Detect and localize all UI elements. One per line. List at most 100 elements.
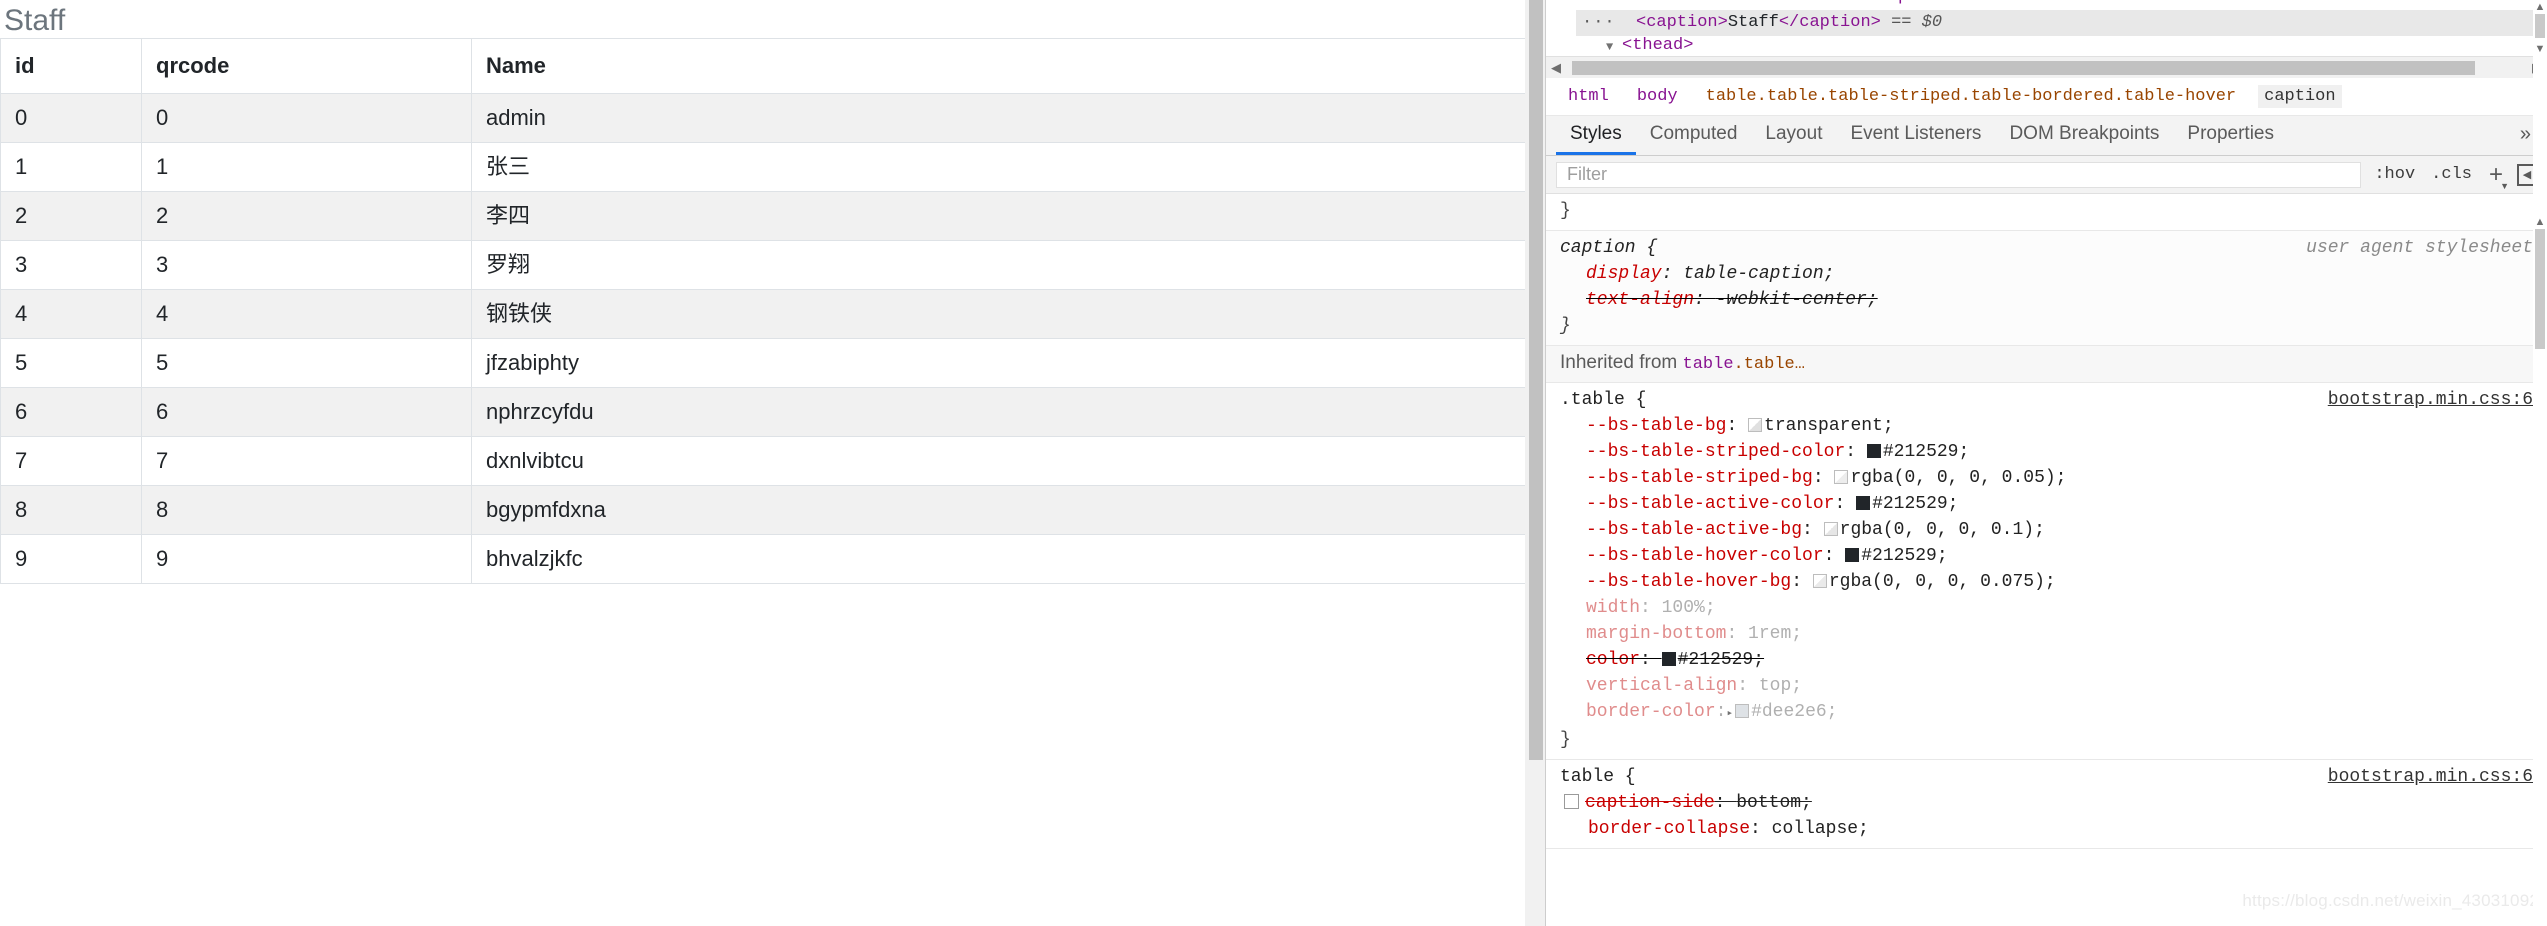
table-row[interactable]: 6 6 nphrzcyfdu xyxy=(0,387,1526,437)
color-swatch-icon[interactable] xyxy=(1834,470,1849,484)
color-swatch-icon[interactable] xyxy=(1866,444,1881,458)
hscroll-track[interactable] xyxy=(1566,60,2527,75)
new-style-rule-button[interactable]: + ▼ xyxy=(2485,162,2509,190)
prop-name[interactable]: --bs-table-striped-color xyxy=(1586,442,1845,462)
declaration-bs-table-striped-color[interactable]: --bs-table-striped-color: #212529; xyxy=(1546,439,2547,465)
prop-name[interactable]: border-collapse xyxy=(1588,819,1750,839)
prop-name[interactable]: caption-side xyxy=(1585,793,1715,813)
prop-value[interactable]: #dee2e6; xyxy=(1751,702,1837,722)
breadcrumb-item-html[interactable]: html xyxy=(1562,85,1615,108)
prop-name[interactable]: border-color xyxy=(1586,702,1716,722)
color-swatch-icon[interactable] xyxy=(1661,652,1676,666)
scroll-down-arrow-icon[interactable]: ▼ xyxy=(2533,42,2547,56)
disclosure-triangle-icon[interactable]: ▼ xyxy=(1606,37,1613,50)
dom-ellipsis-badge[interactable]: ··· xyxy=(1582,10,1616,36)
page-vertical-scrollbar[interactable] xyxy=(1525,0,1545,926)
prop-name[interactable]: --bs-table-hover-bg xyxy=(1586,572,1791,592)
table-row[interactable]: 9 9 bhvalzjkfc xyxy=(0,534,1526,584)
table-row[interactable]: 7 7 dxnlvibtcu xyxy=(0,436,1526,486)
declaration-bs-table-hover-color[interactable]: --bs-table-hover-color: #212529; xyxy=(1546,543,2547,569)
table-row[interactable]: 5 5 jfzabiphty xyxy=(0,338,1526,388)
dom-tree-vertical-scrollbar[interactable]: ▲ ▼ xyxy=(2533,0,2547,56)
prop-name[interactable]: color xyxy=(1586,650,1640,670)
prop-value[interactable]: rgba(0, 0, 0, 0.075); xyxy=(1829,572,2056,592)
prop-value[interactable]: 100%; xyxy=(1662,598,1716,618)
color-swatch-icon[interactable] xyxy=(1856,496,1871,510)
declaration-bs-table-striped-bg[interactable]: --bs-table-striped-bg: rgba(0, 0, 0, 0.0… xyxy=(1546,465,2547,491)
table-row[interactable]: 4 4 钢铁侠 xyxy=(0,289,1526,339)
declaration-vertical-align[interactable]: vertical-align: top; xyxy=(1546,673,2547,699)
tab-dom-breakpoints[interactable]: DOM Breakpoints xyxy=(1995,116,2173,155)
declaration-bs-table-hover-bg[interactable]: --bs-table-hover-bg: rgba(0, 0, 0, 0.075… xyxy=(1546,569,2547,595)
dom-line-table-open[interactable]: <table class="table table-striped table-… xyxy=(1576,0,2547,10)
prop-value[interactable]: table-caption; xyxy=(1683,264,1834,284)
prop-value[interactable]: rgba(0, 0, 0, 0.1); xyxy=(1840,520,2045,540)
color-swatch-icon[interactable] xyxy=(1735,704,1750,718)
styles-scroll-thumb[interactable] xyxy=(2535,229,2545,349)
prop-name[interactable]: --bs-table-active-color xyxy=(1586,494,1834,514)
tab-event-listeners[interactable]: Event Listeners xyxy=(1836,116,1995,155)
rule-source-link[interactable]: bootstrap.min.css:6 xyxy=(2328,764,2533,790)
tab-styles[interactable]: Styles xyxy=(1556,116,1636,155)
breadcrumb-item-caption[interactable]: caption xyxy=(2258,85,2342,108)
declaration-bs-table-bg[interactable]: --bs-table-bg: transparent; xyxy=(1546,413,2547,439)
table-row[interactable]: 1 1 张三 xyxy=(0,142,1526,192)
tab-computed[interactable]: Computed xyxy=(1636,116,1752,155)
rule-source-link[interactable]: bootstrap.min.css:6 xyxy=(2328,387,2533,413)
prop-value[interactable]: #212529; xyxy=(1872,494,1958,514)
declaration-margin-bottom[interactable]: margin-bottom: 1rem; xyxy=(1546,621,2547,647)
styles-scroll-up-arrow-icon[interactable]: ▲ xyxy=(2533,215,2547,229)
hscroll-thumb[interactable] xyxy=(1572,60,2476,75)
dom-horizontal-scrollbar[interactable]: ◀ ▶ xyxy=(1546,56,2547,78)
toggle-element-state-button[interactable]: :hov xyxy=(2371,165,2418,184)
prop-value[interactable]: transparent; xyxy=(1764,416,1894,436)
tab-properties[interactable]: Properties xyxy=(2173,116,2288,155)
styles-filter-input[interactable]: Filter xyxy=(1556,161,2362,188)
color-swatch-icon[interactable] xyxy=(1845,548,1860,562)
table-row[interactable]: 3 3 罗翔 xyxy=(0,240,1526,290)
prop-value[interactable]: #212529; xyxy=(1861,546,1947,566)
prop-value[interactable]: top; xyxy=(1759,676,1802,696)
declaration-bs-table-active-bg[interactable]: --bs-table-active-bg: rgba(0, 0, 0, 0.1)… xyxy=(1546,517,2547,543)
prop-value[interactable]: rgba(0, 0, 0, 0.05); xyxy=(1850,468,2066,488)
prop-value[interactable]: #212529; xyxy=(1678,650,1764,670)
color-swatch-icon[interactable] xyxy=(1823,522,1838,536)
prop-name[interactable]: margin-bottom xyxy=(1586,624,1726,644)
rule-selector-caption[interactable]: caption { xyxy=(1560,235,1657,261)
declaration-border-collapse[interactable]: border-collapse: collapse; xyxy=(1546,816,2547,842)
prop-name[interactable]: --bs-table-striped-bg xyxy=(1586,468,1813,488)
tab-layout[interactable]: Layout xyxy=(1751,116,1836,155)
prop-name[interactable]: --bs-table-hover-color xyxy=(1586,546,1824,566)
declaration-bs-table-active-color[interactable]: --bs-table-active-color: #212529; xyxy=(1546,491,2547,517)
styles-vertical-scrollbar[interactable]: ▲ xyxy=(2533,215,2547,926)
devtools-scrollbars[interactable]: ▲ ▼ ▲ xyxy=(2533,0,2547,926)
table-row[interactable]: 8 8 bgypmfdxna xyxy=(0,485,1526,535)
declaration-checkbox[interactable] xyxy=(1564,794,1579,809)
scroll-left-arrow-icon[interactable]: ◀ xyxy=(1546,60,1566,76)
prop-value[interactable]: bottom; xyxy=(1736,793,1812,813)
prop-name[interactable]: --bs-table-active-bg xyxy=(1586,520,1802,540)
declaration-border-color[interactable]: border-color:▸ #dee2e6; xyxy=(1546,699,2547,727)
table-row[interactable]: 0 0 admin xyxy=(0,93,1526,143)
color-swatch-icon[interactable] xyxy=(1748,418,1763,432)
expand-shorthand-icon[interactable]: ▸ xyxy=(1726,708,1733,720)
declaration-display[interactable]: display: table-caption; xyxy=(1546,261,2547,287)
declaration-width[interactable]: width: 100%; xyxy=(1546,595,2547,621)
rule-selector-table-class[interactable]: .table { xyxy=(1560,387,1646,413)
page-scrollbar-thumb[interactable] xyxy=(1529,0,1543,760)
element-classes-button[interactable]: .cls xyxy=(2428,165,2475,184)
dom-line-thead[interactable]: ▼ <thead> xyxy=(1576,36,2547,50)
declaration-color[interactable]: color: #212529; xyxy=(1546,647,2547,673)
breadcrumb-item-table[interactable]: table.table.table-striped.table-bordered… xyxy=(1700,85,2243,108)
dom-scroll-thumb[interactable] xyxy=(2535,14,2545,38)
dom-line-caption-selected[interactable]: ··· <caption>Staff</caption> == $0 xyxy=(1576,10,2547,36)
declaration-caption-side[interactable]: caption-side: bottom; xyxy=(1546,790,2547,816)
prop-value[interactable]: 1rem; xyxy=(1748,624,1802,644)
prop-name[interactable]: --bs-table-bg xyxy=(1586,416,1726,436)
prop-value[interactable]: -webkit-center; xyxy=(1716,290,1878,310)
scroll-up-arrow-icon[interactable]: ▲ xyxy=(2533,0,2547,14)
breadcrumb-item-body[interactable]: body xyxy=(1631,85,1684,108)
color-swatch-icon[interactable] xyxy=(1812,574,1827,588)
prop-name[interactable]: vertical-align xyxy=(1586,676,1737,696)
prop-name[interactable]: width xyxy=(1586,598,1640,618)
